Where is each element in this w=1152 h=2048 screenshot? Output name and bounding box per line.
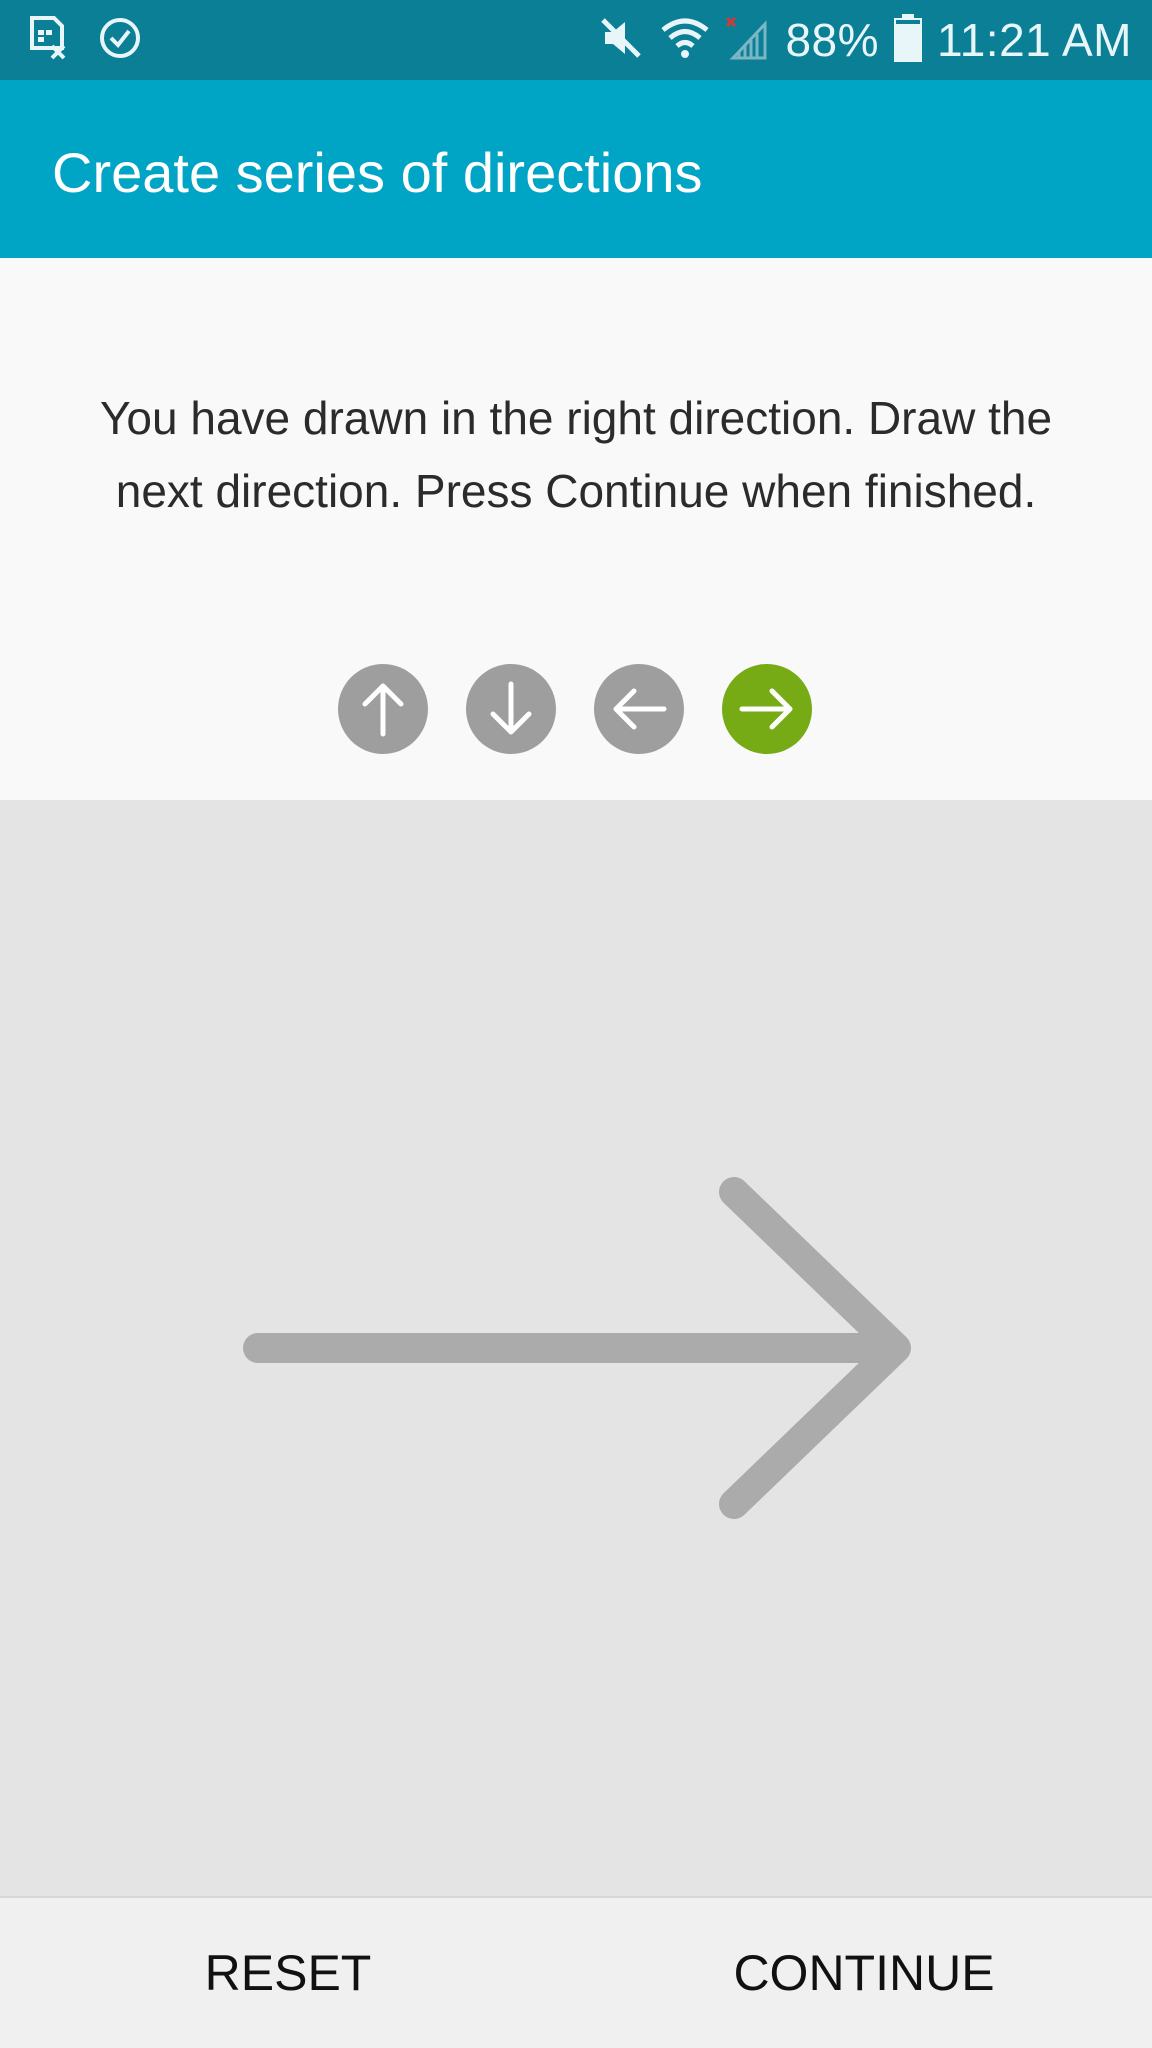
battery-percent: 88%	[785, 14, 880, 66]
wifi-icon	[659, 16, 711, 65]
sim-card-off-icon	[28, 15, 68, 65]
instruction-text: You have drawn in the right direction. D…	[99, 392, 1053, 517]
reset-button[interactable]: RESET	[0, 1898, 576, 2048]
drawn-arrow-right-icon	[243, 1177, 911, 1519]
direction-sequence	[338, 664, 812, 754]
status-time: 11:21 AM	[937, 14, 1132, 66]
arrow-left-icon	[594, 664, 684, 754]
arrow-up-icon	[338, 664, 428, 754]
check-circle-icon	[98, 16, 142, 65]
continue-button[interactable]: CONTINUE	[576, 1898, 1152, 2048]
instruction-panel: You have drawn in the right direction. D…	[0, 258, 1152, 800]
arrow-down-icon	[466, 664, 556, 754]
status-bar: 88% 11:21 AM	[0, 0, 1152, 80]
battery-icon	[893, 13, 923, 68]
status-right-icons: 88% 11:21 AM	[599, 0, 1132, 80]
mute-icon	[599, 16, 645, 65]
screen: 88% 11:21 AM Create series of directions…	[0, 0, 1152, 2048]
status-left-icons	[28, 14, 142, 66]
bottom-button-bar: RESET CONTINUE	[0, 1896, 1152, 2048]
signal-no-service-icon	[725, 14, 771, 67]
page-title: Create series of directions	[52, 141, 703, 204]
arrow-right-icon	[722, 664, 812, 754]
app-bar: Create series of directions	[0, 80, 1152, 258]
gesture-drawing-area[interactable]	[0, 800, 1152, 1896]
